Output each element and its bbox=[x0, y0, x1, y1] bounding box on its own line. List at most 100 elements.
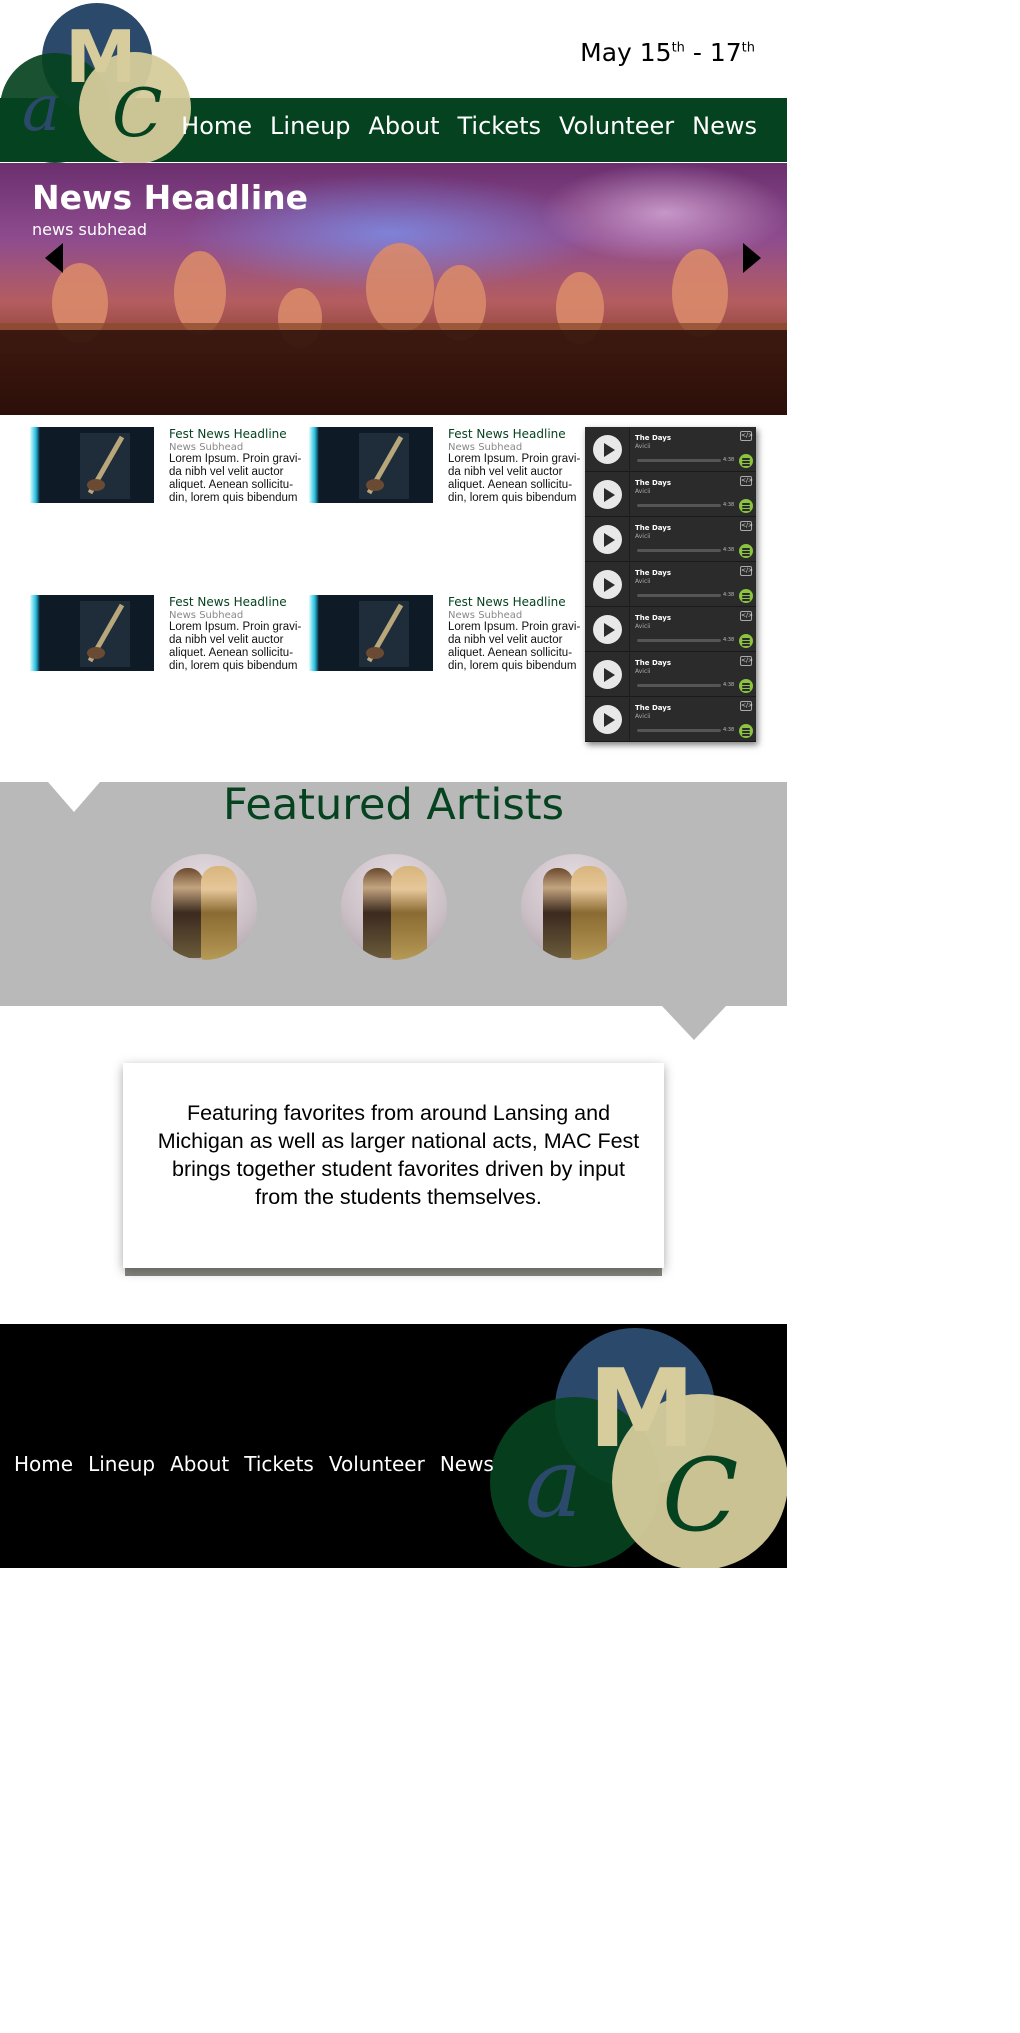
hero-headline[interactable]: News Headline bbox=[32, 178, 308, 217]
news-subhead: News Subhead bbox=[169, 442, 244, 453]
track-row: The Days Avicii 4:38 </> bbox=[585, 562, 756, 607]
track-progress-bar[interactable] bbox=[637, 639, 721, 642]
footer-nav-lineup[interactable]: Lineup bbox=[88, 1452, 155, 1476]
play-icon[interactable] bbox=[593, 615, 622, 644]
track-progress-bar[interactable] bbox=[637, 549, 721, 552]
logo-letter-a: a bbox=[525, 1427, 582, 1539]
play-icon[interactable] bbox=[593, 570, 622, 599]
hero-caption-bar bbox=[0, 330, 787, 415]
track-duration: 4:38 bbox=[723, 727, 735, 733]
embed-code-icon[interactable]: </> bbox=[740, 611, 753, 621]
spotify-icon[interactable] bbox=[739, 499, 753, 513]
spotify-icon[interactable] bbox=[739, 634, 753, 648]
track-title: The Days bbox=[635, 614, 671, 622]
footer-nav-tickets[interactable]: Tickets bbox=[244, 1452, 314, 1476]
news-thumbnail[interactable] bbox=[30, 427, 154, 503]
logo-letter-a: a bbox=[22, 72, 60, 146]
embed-code-icon[interactable]: </> bbox=[740, 701, 753, 711]
news-thumbnail[interactable] bbox=[309, 595, 433, 671]
festival-dates: May 15th - 17th bbox=[580, 38, 755, 67]
track-row: The Days Avicii 4:38 </> bbox=[585, 607, 756, 652]
footer-nav-about[interactable]: About bbox=[170, 1452, 229, 1476]
embed-code-icon[interactable]: </> bbox=[740, 521, 753, 531]
main-nav: Home Lineup About Tickets Volunteer News bbox=[181, 112, 757, 140]
play-icon[interactable] bbox=[593, 705, 622, 734]
spotify-icon[interactable] bbox=[739, 454, 753, 468]
nav-volunteer[interactable]: Volunteer bbox=[559, 112, 674, 140]
play-icon[interactable] bbox=[593, 660, 622, 689]
hero-subhead: news subhead bbox=[32, 220, 148, 239]
date-start-suffix: th bbox=[671, 40, 685, 56]
nav-about[interactable]: About bbox=[369, 112, 440, 140]
play-icon[interactable] bbox=[593, 480, 622, 509]
date-end: - 17 bbox=[684, 38, 742, 67]
track-progress-bar[interactable] bbox=[637, 459, 721, 462]
artist-photo[interactable] bbox=[521, 854, 627, 960]
news-body: Lorem Ipsum. Proin gravi-da nibh vel vel… bbox=[448, 453, 581, 504]
news-headline[interactable]: Fest News Headline bbox=[169, 595, 309, 609]
nav-news[interactable]: News bbox=[692, 112, 757, 140]
slider-prev-arrow-icon[interactable] bbox=[45, 243, 63, 273]
embed-code-icon[interactable]: </> bbox=[740, 656, 753, 666]
news-headline[interactable]: Fest News Headline bbox=[169, 427, 309, 441]
track-progress-bar[interactable] bbox=[637, 684, 721, 687]
track-title: The Days bbox=[635, 479, 671, 487]
news-subhead: News Subhead bbox=[169, 610, 244, 621]
footer-nav-home[interactable]: Home bbox=[14, 1452, 73, 1476]
track-artist: Avicii bbox=[635, 578, 651, 585]
track-progress-bar[interactable] bbox=[637, 594, 721, 597]
news-headline[interactable]: Fest News Headline bbox=[448, 595, 588, 609]
nav-lineup[interactable]: Lineup bbox=[270, 112, 350, 140]
track-duration: 4:38 bbox=[723, 682, 735, 688]
guitarist-image bbox=[80, 433, 130, 499]
mac-logo[interactable]: M a C bbox=[490, 1324, 787, 1568]
track-row: The Days Avicii 4:38 </> bbox=[585, 697, 756, 742]
embed-code-icon[interactable]: </> bbox=[740, 431, 753, 441]
guitarist-image bbox=[359, 433, 409, 499]
featured-artists-title: Featured Artists bbox=[222, 780, 565, 830]
track-artist: Avicii bbox=[635, 488, 651, 495]
play-icon[interactable] bbox=[593, 435, 622, 464]
track-artist: Avicii bbox=[635, 533, 651, 540]
track-title: The Days bbox=[635, 434, 671, 442]
track-row: The Days Avicii 4:38 </> bbox=[585, 652, 756, 697]
spotify-icon[interactable] bbox=[739, 589, 753, 603]
artist-photo[interactable] bbox=[341, 854, 447, 960]
track-title: The Days bbox=[635, 704, 671, 712]
nav-home[interactable]: Home bbox=[181, 112, 252, 140]
spotify-icon[interactable] bbox=[739, 679, 753, 693]
date-start: May 15 bbox=[580, 38, 672, 67]
track-progress-bar[interactable] bbox=[637, 729, 721, 732]
description-text: Featuring favorites from around Lansing … bbox=[157, 1101, 640, 1209]
track-progress-bar[interactable] bbox=[637, 504, 721, 507]
embed-code-icon[interactable]: </> bbox=[740, 476, 753, 486]
track-duration: 4:38 bbox=[723, 592, 735, 598]
track-duration: 4:38 bbox=[723, 502, 735, 508]
site-header: May 15th - 17th M a C Home Lineup About … bbox=[0, 0, 787, 165]
spotify-icon[interactable] bbox=[739, 544, 753, 558]
mac-logo[interactable]: M a C bbox=[0, 0, 195, 165]
site-footer: M a C bbox=[0, 1324, 787, 1568]
play-icon[interactable] bbox=[593, 525, 622, 554]
news-headline[interactable]: Fest News Headline bbox=[448, 427, 588, 441]
nav-tickets[interactable]: Tickets bbox=[457, 112, 541, 140]
news-card: Fest News Headline News Subhead Lorem Ip… bbox=[30, 595, 301, 675]
music-player: The Days Avicii 4:38 </> The Days Avicii… bbox=[585, 427, 756, 742]
spotify-icon[interactable] bbox=[739, 724, 753, 738]
slider-next-arrow-icon[interactable] bbox=[743, 243, 761, 273]
guitarist-image bbox=[359, 601, 409, 667]
section-notch bbox=[662, 1006, 726, 1040]
artist-photo[interactable] bbox=[151, 854, 257, 960]
track-row: The Days Avicii 4:38 </> bbox=[585, 472, 756, 517]
track-title: The Days bbox=[635, 569, 671, 577]
track-duration: 4:38 bbox=[723, 637, 735, 643]
logo-letter-c: C bbox=[112, 75, 163, 152]
news-card: Fest News Headline News Subhead Lorem Ip… bbox=[309, 595, 580, 675]
footer-nav-volunteer[interactable]: Volunteer bbox=[329, 1452, 425, 1476]
news-thumbnail[interactable] bbox=[30, 595, 154, 671]
footer-nav-news[interactable]: News bbox=[440, 1452, 494, 1476]
embed-code-icon[interactable]: </> bbox=[740, 566, 753, 576]
news-thumbnail[interactable] bbox=[309, 427, 433, 503]
track-title: The Days bbox=[635, 524, 671, 532]
news-subhead: News Subhead bbox=[448, 610, 523, 621]
